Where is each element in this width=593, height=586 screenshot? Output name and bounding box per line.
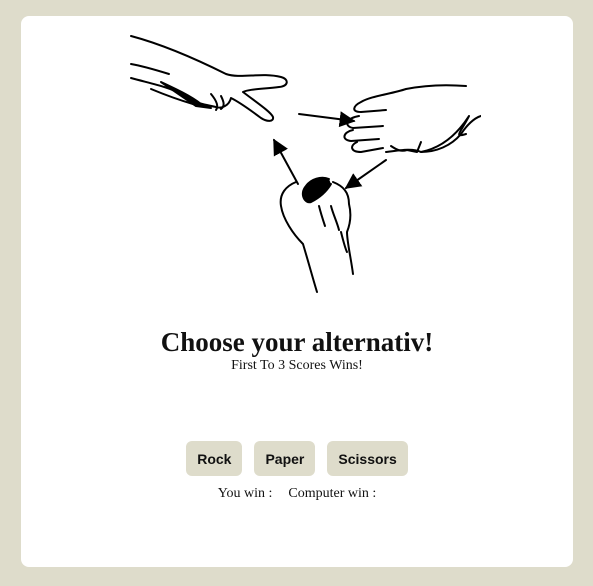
paper-hand-icon [343, 84, 481, 153]
page-title: Choose your alternativ! [160, 327, 434, 357]
scissors-hand-icon [130, 35, 288, 122]
choice-buttons: Rock Paper Scissors [21, 441, 573, 476]
scissors-button[interactable]: Scissors [327, 441, 408, 476]
computer-score-label: Computer win : [288, 486, 377, 501]
paper-button[interactable]: Paper [254, 441, 316, 476]
rock-paper-scissors-illustration [130, 35, 481, 293]
player-score-label: You win : [217, 486, 273, 501]
page-subtitle: First To 3 Scores Wins! [231, 358, 363, 373]
rock-fist-icon [279, 176, 354, 293]
rock-button[interactable]: Rock [186, 441, 243, 476]
game-card: Choose your alternativ! First To 3 Score… [21, 16, 573, 567]
score-board: You win : Computer win : [21, 486, 573, 502]
